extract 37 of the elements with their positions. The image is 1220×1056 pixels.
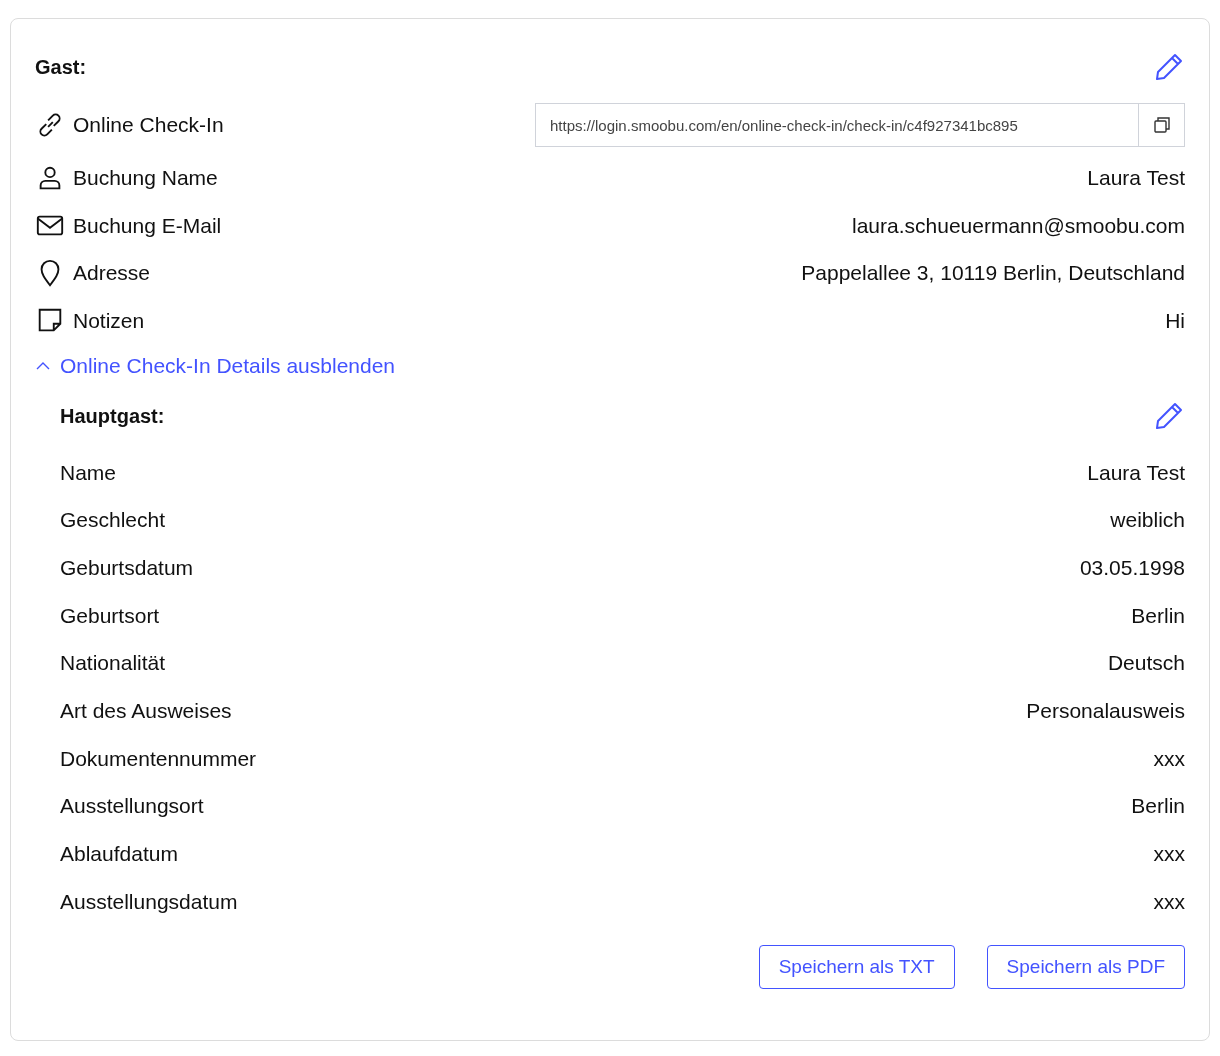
field-label: Notizen xyxy=(73,307,145,334)
field-label: Name xyxy=(60,459,117,486)
field-value: xxx xyxy=(1153,745,1185,772)
field-value: 03.05.1998 xyxy=(1079,554,1185,581)
field-label: Buchung Name xyxy=(73,165,218,191)
field-value: Berlin xyxy=(1131,602,1185,629)
field-label: Buchung E-Mail xyxy=(73,212,222,239)
field-label: Dokumentennummer xyxy=(60,745,257,772)
field-label: Adresse xyxy=(73,260,151,286)
field-value: Pappelallee 3, 10119 Berlin, Deutschland xyxy=(801,260,1185,286)
field-label: Online Check-In xyxy=(73,112,224,139)
field-value: Berlin xyxy=(1131,793,1185,820)
details-toggle-link[interactable]: Online Check-In Details ausblenden xyxy=(35,350,396,382)
field-label: Geschlecht xyxy=(60,507,166,534)
field-label: Ausstellungsort xyxy=(60,793,204,820)
field-value: laura.schueuermann@smoobu.com xyxy=(852,212,1185,239)
edit-icon[interactable] xyxy=(1153,51,1185,83)
field-value: Hi xyxy=(1165,307,1185,334)
field-label: Geburtsdatum xyxy=(60,554,194,581)
save-button[interactable]: Speichern als TXT xyxy=(758,945,955,990)
field-label: Geburtsort xyxy=(60,602,160,629)
copy-icon[interactable] xyxy=(1139,103,1185,147)
field-value: Deutsch xyxy=(1107,650,1185,677)
field-value: Personalausweis xyxy=(1026,698,1185,725)
section-title: Hauptgast: xyxy=(60,403,165,429)
field-value: Laura Test xyxy=(1087,165,1185,191)
field-value: Laura Test xyxy=(1087,459,1185,486)
url-field[interactable]: https://login.smoobu.com/en/online-check-in/check-in/c4f927341bc895 xyxy=(535,103,1139,147)
field-label: Ablaufdatum xyxy=(60,841,178,868)
field-value: weiblich xyxy=(1110,507,1185,534)
field-label: Ausstellungsdatum xyxy=(60,888,238,915)
field-label: Art des Ausweises xyxy=(60,698,232,725)
save-button[interactable]: Speichern als PDF xyxy=(986,945,1185,990)
field-value: xxx xyxy=(1153,841,1185,868)
field-value: xxx xyxy=(1153,888,1185,915)
field-label: Nationalität xyxy=(60,650,166,677)
section-title: Gast: xyxy=(35,55,87,80)
